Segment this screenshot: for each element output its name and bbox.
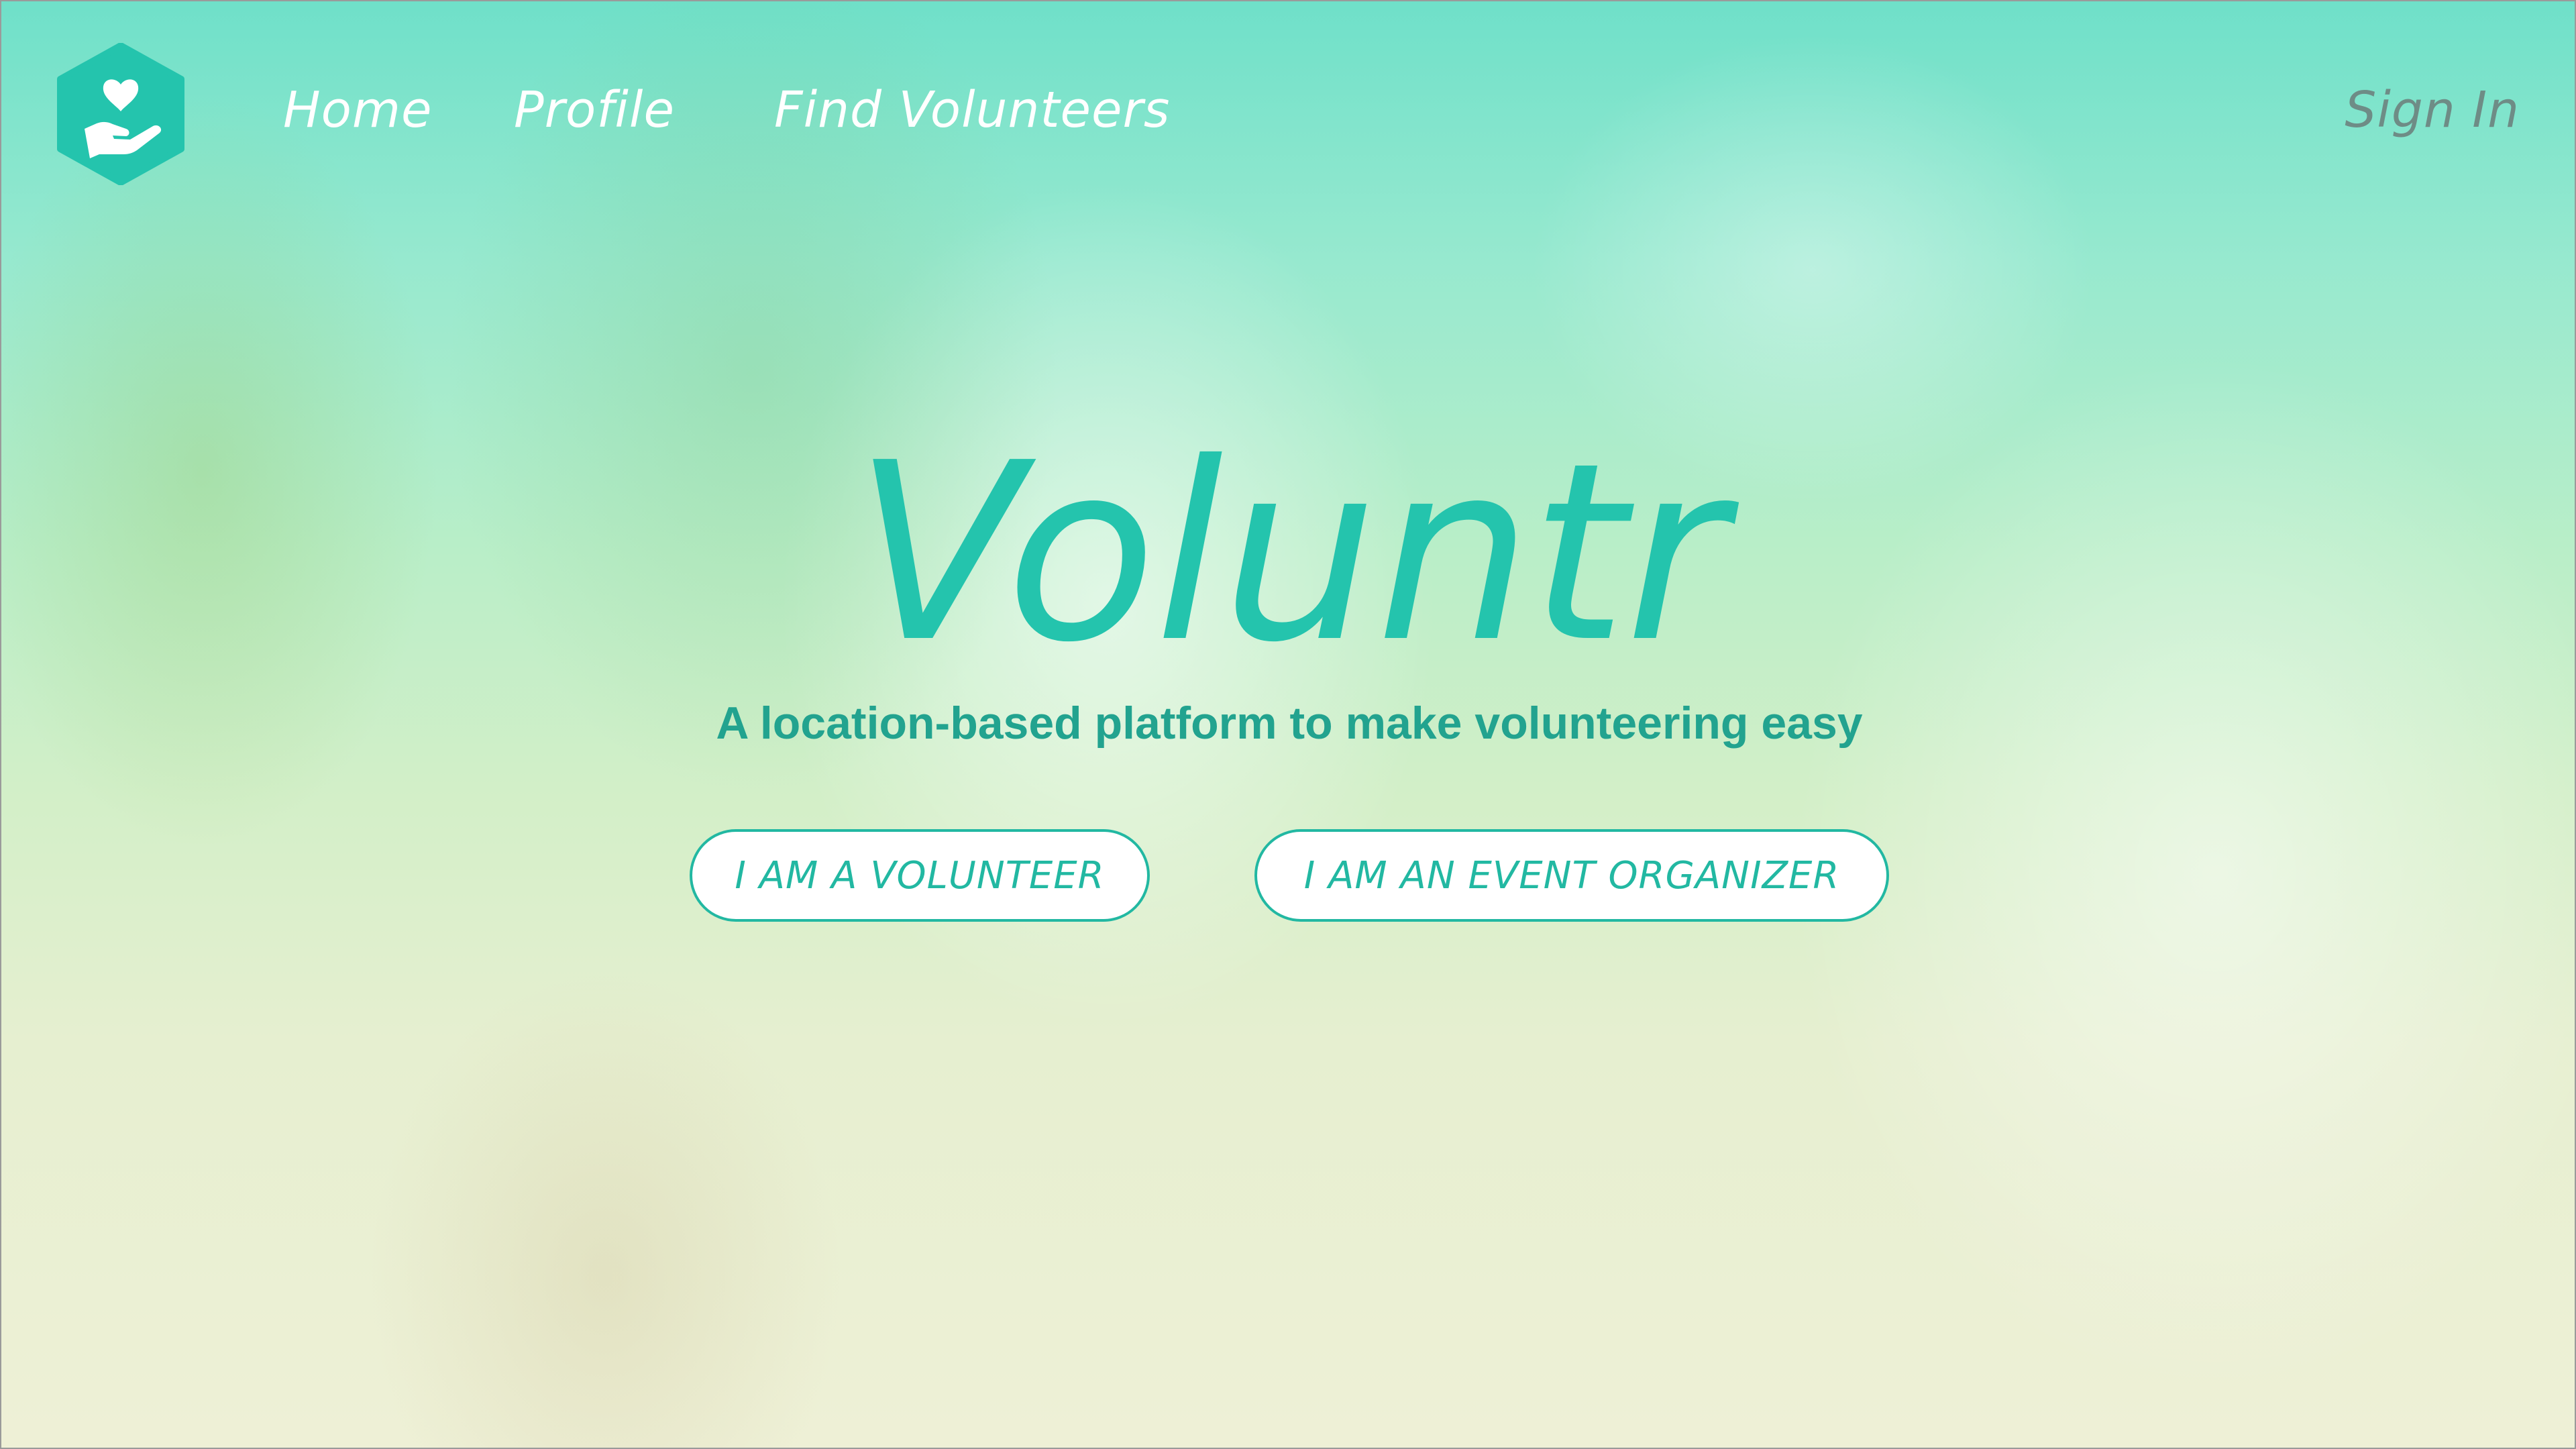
sign-in-link[interactable]: Sign In <box>2345 85 2520 135</box>
hero-section: Home Profile Find Volunteers Sign In Vol… <box>0 0 2576 1449</box>
event-organizer-button[interactable]: I AM AN EVENT ORGANIZER <box>1254 829 1889 922</box>
nav-profile-link[interactable]: Profile <box>514 85 675 135</box>
brand-title: Voluntr <box>853 411 1726 696</box>
volunteer-button[interactable]: I AM A VOLUNTEER <box>690 829 1150 922</box>
logo-heart-hand-icon[interactable] <box>55 43 186 185</box>
nav-find-volunteers-link[interactable]: Find Volunteers <box>774 85 1171 135</box>
nav-home-link[interactable]: Home <box>283 85 433 135</box>
brand-tagline: A location-based platform to make volunt… <box>716 698 1863 749</box>
